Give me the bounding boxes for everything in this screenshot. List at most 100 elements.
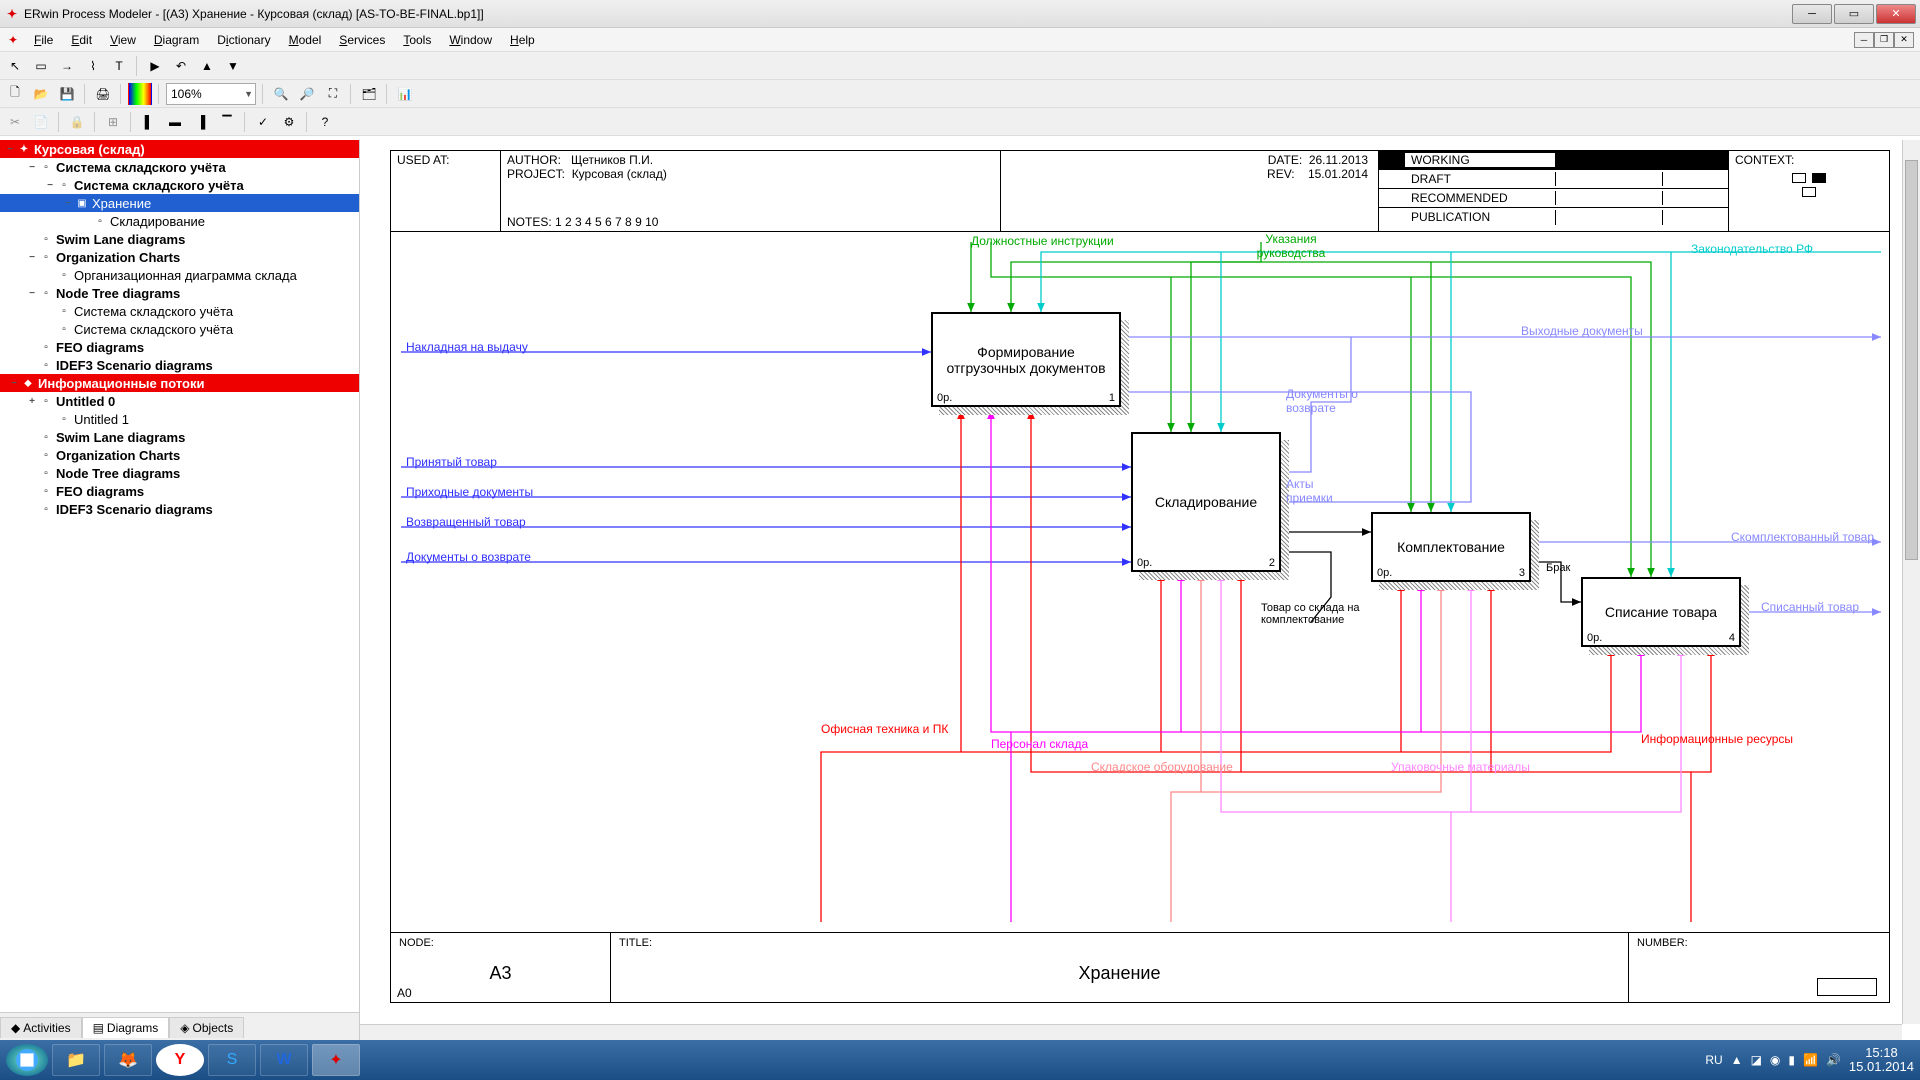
menu-help[interactable]: Help [502, 31, 543, 49]
lang-indicator[interactable]: RU [1705, 1053, 1722, 1067]
tray-network-icon[interactable]: 📶 [1803, 1053, 1818, 1067]
align-center-button[interactable]: ▬ [164, 111, 186, 133]
model-explorer-button[interactable]: 🗂 [358, 83, 380, 105]
tree-item[interactable]: ▫Система складского учёта [0, 302, 359, 320]
arrow-label[interactable]: Документы о возврате [1286, 387, 1366, 415]
arrow-label[interactable]: Накладная на выдачу [406, 340, 528, 354]
arrow-label[interactable]: Возвращенный товар [406, 515, 526, 529]
spellcheck-button[interactable]: ✓ [252, 111, 274, 133]
fit-button[interactable]: ⛶ [322, 83, 344, 105]
vertical-scrollbar[interactable] [1902, 140, 1920, 1024]
tree-root[interactable]: −✦Курсовая (склад) [0, 140, 359, 158]
arrow-label[interactable]: Указания руководства [1241, 232, 1341, 260]
close-button[interactable]: ✕ [1876, 4, 1916, 24]
tree-item[interactable]: −▫Система складского учёта [0, 176, 359, 194]
arrow-label[interactable]: Принятый товар [406, 455, 497, 469]
diagram-canvas[interactable]: USED AT: AUTHOR: Щетников П.И. PROJECT: … [360, 140, 1920, 1040]
align-right-button[interactable]: ▐ [190, 111, 212, 133]
taskbar-word-icon[interactable]: W [260, 1044, 308, 1076]
menu-tools[interactable]: Tools [395, 31, 439, 49]
tree-item[interactable]: ▫Organization Charts [0, 446, 359, 464]
tree-item[interactable]: ▫Swim Lane diagrams [0, 230, 359, 248]
horizontal-scrollbar[interactable] [360, 1024, 1902, 1040]
tree-content[interactable]: −✦Курсовая (склад) −▫Система складского … [0, 140, 359, 1010]
activity-tool[interactable]: ▭ [30, 55, 52, 77]
help-button[interactable]: ? [314, 111, 336, 133]
tree-item[interactable]: ▫Swim Lane diagrams [0, 428, 359, 446]
arrow-label[interactable]: Офисная техника и ПК [821, 722, 948, 736]
mdi-restore-button[interactable]: ❐ [1874, 32, 1894, 48]
tree-item[interactable]: −▫Organization Charts [0, 248, 359, 266]
copy-button[interactable]: 📄 [30, 111, 52, 133]
tray-battery-icon[interactable]: ▮ [1788, 1053, 1795, 1067]
activity-box-3[interactable]: Комплектование0р.3 [1371, 512, 1531, 582]
arrow-label[interactable]: Упаковочные материалы [1391, 760, 1530, 774]
arrow-label[interactable]: Товар со склада на комплектование [1261, 602, 1371, 626]
taskbar-erwin-icon[interactable]: ✦ [312, 1044, 360, 1076]
tab-objects[interactable]: ◈Objects [169, 1017, 244, 1038]
activity-box-1[interactable]: Формирование отгрузочных документов0р.1 [931, 312, 1121, 407]
arrow-label[interactable]: Складское оборудование [1091, 760, 1233, 774]
zoom-combo[interactable]: 106%▼ [166, 83, 256, 105]
arrow-tool[interactable]: → [56, 55, 78, 77]
tree-item[interactable]: ▫IDEF3 Scenario diagrams [0, 500, 359, 518]
up-tool[interactable]: ▲ [196, 55, 218, 77]
taskbar-clock[interactable]: 15:18 15.01.2014 [1849, 1046, 1914, 1074]
report-button[interactable]: 📊 [394, 83, 416, 105]
undo-tool[interactable]: ↶ [170, 55, 192, 77]
tree-item[interactable]: −▣Хранение [0, 194, 359, 212]
arrow-label[interactable]: Брак [1546, 562, 1570, 574]
color-button[interactable] [128, 83, 152, 105]
print-button[interactable]: 🖨 [92, 83, 114, 105]
tray-icon[interactable]: ◪ [1751, 1053, 1762, 1067]
grid-button[interactable]: ⊞ [102, 111, 124, 133]
menu-window[interactable]: Window [441, 31, 500, 49]
activity-box-4[interactable]: Списание товара0р.4 [1581, 577, 1741, 647]
save-button[interactable]: 💾 [56, 83, 78, 105]
tray-flag-icon[interactable]: ▲ [1731, 1053, 1743, 1067]
tree-item[interactable]: −▫Node Tree diagrams [0, 284, 359, 302]
arrow-label[interactable]: Документы о возврате [406, 550, 531, 564]
tab-activities[interactable]: ◆Activities [0, 1017, 82, 1038]
tree-item[interactable]: −▫Система складского учёта [0, 158, 359, 176]
maximize-button[interactable]: ▭ [1834, 4, 1874, 24]
arrow-label[interactable]: Выходные документы [1521, 324, 1643, 338]
arrow-label[interactable]: Списанный товар [1761, 600, 1859, 614]
tree-item[interactable]: +▫Untitled 0 [0, 392, 359, 410]
lock-button[interactable]: 🔒 [66, 111, 88, 133]
new-button[interactable]: 🗋 [4, 83, 26, 105]
down-tool[interactable]: ▼ [222, 55, 244, 77]
mdi-sysicon[interactable]: ✦ [6, 33, 20, 47]
cut-button[interactable]: ✂ [4, 111, 26, 133]
diagram-body[interactable]: Формирование отгрузочных документов0р.1 … [391, 232, 1889, 932]
mdi-minimize-button[interactable]: ─ [1854, 32, 1874, 48]
menu-dictionary[interactable]: Dictionary [209, 31, 278, 49]
menu-diagram[interactable]: Diagram [146, 31, 207, 49]
align-left-button[interactable]: ▌ [138, 111, 160, 133]
tree-item[interactable]: ▫Складирование [0, 212, 359, 230]
zoom-in-button[interactable]: 🔍 [270, 83, 292, 105]
start-button[interactable] [6, 1044, 48, 1076]
tray-icon[interactable]: ◉ [1770, 1053, 1780, 1067]
play-tool[interactable]: ▶ [144, 55, 166, 77]
align-top-button[interactable]: ▔ [216, 111, 238, 133]
taskbar-firefox-icon[interactable]: 🦊 [104, 1044, 152, 1076]
taskbar-explorer-icon[interactable]: 📁 [52, 1044, 100, 1076]
tree-item[interactable]: −⬥Информационные потоки [0, 374, 359, 392]
text-tool[interactable]: T [108, 55, 130, 77]
minimize-button[interactable]: ─ [1792, 4, 1832, 24]
zoom-out-button[interactable]: 🔎 [296, 83, 318, 105]
taskbar-yandex-icon[interactable]: Y [156, 1044, 204, 1076]
menu-file[interactable]: File [26, 31, 61, 49]
arrow-label[interactable]: Законодательство РФ [1691, 242, 1813, 256]
tree-item[interactable]: ▫FEO diagrams [0, 482, 359, 500]
arrow-label[interactable]: Информационные ресурсы [1641, 732, 1793, 746]
pointer-tool[interactable]: ↖ [4, 55, 26, 77]
activity-box-2[interactable]: Складирование0р.2 [1131, 432, 1281, 572]
open-button[interactable]: 📂 [30, 83, 52, 105]
tab-diagrams[interactable]: ▤Diagrams [82, 1017, 170, 1038]
menu-services[interactable]: Services [331, 31, 393, 49]
arrow-label[interactable]: Приходные документы [406, 485, 533, 499]
mdi-close-button[interactable]: ✕ [1894, 32, 1914, 48]
menu-model[interactable]: Model [281, 31, 330, 49]
